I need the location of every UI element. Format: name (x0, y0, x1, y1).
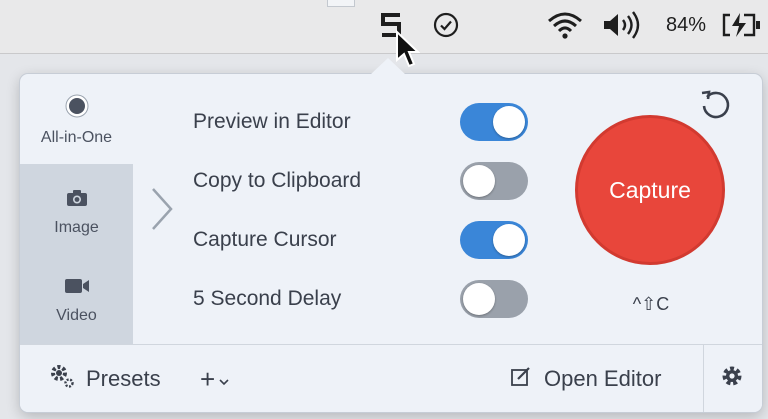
toggle-knob (493, 106, 525, 138)
mode-video[interactable]: Video (20, 254, 133, 344)
reset-icon[interactable] (698, 88, 732, 127)
mode-all-in-one[interactable]: All-in-One (20, 74, 133, 164)
option-capture-cursor: Capture Cursor (193, 220, 533, 260)
mode-image[interactable]: Image (20, 164, 133, 254)
open-editor-label: Open Editor (544, 366, 662, 391)
wifi-icon[interactable] (545, 8, 587, 42)
check-circle-icon[interactable] (432, 8, 462, 42)
option-copy-to-clipboard: Copy to Clipboard (193, 161, 533, 201)
option-label: Preview in Editor (193, 110, 351, 133)
presets-button[interactable]: Presets (48, 345, 161, 412)
add-label: + (200, 363, 216, 394)
capture-shortcut: ^⇧C (632, 294, 670, 314)
capture-popover: All-in-One Image Video Preview in Editor… (20, 74, 762, 412)
video-camera-icon (63, 276, 91, 301)
record-dot-icon (65, 94, 89, 123)
option-preview-in-editor: Preview in Editor (193, 102, 533, 142)
edit-icon (510, 365, 532, 393)
option-label: Copy to Clipboard (193, 169, 362, 192)
gear-icon (48, 362, 76, 396)
mouse-cursor-icon (394, 29, 421, 70)
capture-mode-selector: All-in-One Image Video (20, 74, 133, 344)
capture-button[interactable]: Capture (575, 115, 725, 265)
battery-percent[interactable]: 84% (666, 8, 706, 42)
add-preset-button[interactable]: + (200, 345, 229, 412)
mode-label: Video (56, 307, 97, 324)
battery-charging-icon[interactable] (720, 8, 768, 42)
window-edge (327, 0, 355, 7)
menu-bar: 84% (0, 0, 768, 54)
capture-cursor-toggle[interactable] (460, 221, 528, 259)
gear-icon (720, 364, 744, 394)
5-second-delay-toggle[interactable] (460, 280, 528, 318)
footer-divider (703, 345, 704, 412)
toggle-knob (463, 165, 495, 197)
chevron-right-icon (148, 186, 176, 237)
popover-footer: Presets + Open Editor (20, 344, 762, 412)
copy-to-clipboard-toggle[interactable] (460, 162, 528, 200)
option-5-second-delay: 5 Second Delay (193, 279, 533, 319)
mode-label: Image (54, 219, 99, 236)
mode-label: All-in-One (40, 129, 113, 146)
toggle-knob (463, 283, 495, 315)
chevron-down-icon (219, 366, 229, 392)
option-label: 5 Second Delay (193, 287, 342, 310)
toggle-knob (493, 224, 525, 256)
option-label: Capture Cursor (193, 228, 337, 251)
camera-icon (65, 188, 89, 213)
settings-button[interactable] (720, 345, 744, 412)
open-editor-button[interactable]: Open Editor (510, 345, 661, 412)
preview-in-editor-toggle[interactable] (460, 103, 528, 141)
volume-icon[interactable] (600, 8, 648, 42)
presets-label: Presets (86, 366, 161, 391)
